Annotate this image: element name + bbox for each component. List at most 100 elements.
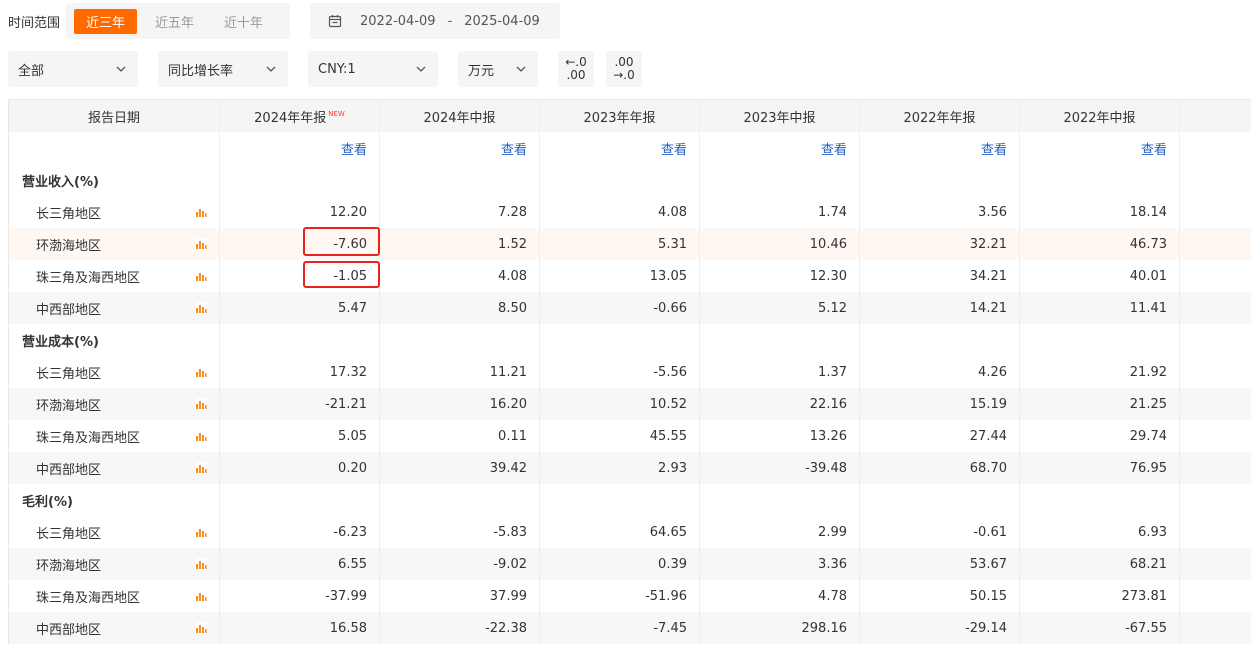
decrease-decimal-button[interactable]: ←.0 .00 [558,51,594,87]
column-header[interactable]: 2024年中报 [380,100,540,132]
value-cell: 13.26 [700,420,860,452]
empty-cell [1180,324,1251,356]
bar-chart-icon[interactable] [195,622,207,634]
view-link[interactable]: 查看 [661,143,687,158]
value-cell: 21.92 [1020,356,1180,388]
currency-select[interactable]: CNY:1 [308,51,438,87]
empty-cell [1180,612,1251,644]
table-row: 环渤海地区-7.601.525.3110.4632.2146.73 [9,228,1251,260]
value-cell: 0.20 [220,452,380,484]
table-row: 珠三角及海西地区5.050.1145.5513.2627.4429.74 [9,420,1251,452]
bar-chart-icon[interactable] [195,206,207,218]
bar-chart-icon[interactable] [195,302,207,314]
financial-table-container[interactable]: 报告日期 2024年年报NEW 2024年中报 2023年年报 2023年中报 … [8,99,1251,655]
value-cell: 10.52 [540,388,700,420]
value-cell: -0.66 [540,292,700,324]
column-header-label: 2024年年报 [254,111,326,126]
view-link[interactable]: 查看 [501,143,527,158]
column-header-empty [1180,100,1251,132]
value-cell: -67.55 [1020,612,1180,644]
time-range-label: 时间范围 [8,12,60,31]
bar-chart-icon[interactable] [195,558,207,570]
value-cell: 68.70 [860,452,1020,484]
view-link[interactable]: 查看 [821,143,847,158]
value-cell: -6.23 [220,516,380,548]
chevron-down-icon [266,66,276,72]
column-header[interactable]: 2024年年报NEW [220,100,380,132]
range-5y-button[interactable]: 近五年 [143,9,206,34]
value-cell: 32.21 [860,228,1020,260]
table-row: 中西部地区5.478.50-0.665.1214.2111.41 [9,292,1251,324]
bar-chart-icon[interactable] [195,238,207,250]
empty-cell [9,132,220,164]
empty-cell [700,164,860,196]
bar-chart-icon[interactable] [195,398,207,410]
row-label: 中西部地区 [36,623,101,638]
value-cell: 15.19 [860,388,1020,420]
row-label-cell: 珠三角及海西地区 [9,420,220,452]
empty-cell [540,324,700,356]
empty-cell [1180,548,1251,580]
value-cell: -5.83 [380,516,540,548]
value-cell: 0.39 [540,548,700,580]
bar-chart-icon[interactable] [195,590,207,602]
bar-chart-icon[interactable] [195,430,207,442]
category-select[interactable]: 全部 [8,51,138,87]
time-range-group: 近三年 近五年 近十年 [66,3,290,39]
row-label-cell: 中西部地区 [9,452,220,484]
range-10y-button[interactable]: 近十年 [212,9,275,34]
empty-cell [860,484,1020,516]
increase-decimal-button[interactable]: .00 →.0 [606,51,642,87]
value-cell: -0.61 [860,516,1020,548]
view-link-cell: 查看 [220,132,380,164]
metric-select[interactable]: 同比增长率 [158,51,288,87]
decrease-decimal-bottom: .00 [566,69,585,82]
value-cell: 6.55 [220,548,380,580]
value-cell: 298.16 [700,612,860,644]
date-range-picker[interactable]: 2022-04-09 - 2025-04-09 [310,3,560,39]
value-cell: 39.42 [380,452,540,484]
value-cell: 11.21 [380,356,540,388]
view-link[interactable]: 查看 [341,143,367,158]
date-end[interactable]: 2025-04-09 [464,14,540,29]
empty-cell [540,484,700,516]
view-link[interactable]: 查看 [981,143,1007,158]
row-label: 珠三角及海西地区 [36,591,140,606]
value-cell: 46.73 [1020,228,1180,260]
value-cell: 12.30 [700,260,860,292]
column-header[interactable]: 2023年中报 [700,100,860,132]
bar-chart-icon[interactable] [195,366,207,378]
row-label: 环渤海地区 [36,559,101,574]
empty-cell [1180,164,1251,196]
empty-cell [1180,228,1251,260]
value-cell: 50.15 [860,580,1020,612]
row-label: 长三角地区 [36,207,101,222]
empty-cell [1180,452,1251,484]
empty-cell [1180,580,1251,612]
row-label-cell: 环渤海地区 [9,548,220,580]
bar-chart-icon[interactable] [195,526,207,538]
empty-cell [860,164,1020,196]
view-link-cell: 查看 [700,132,860,164]
date-start[interactable]: 2022-04-09 [360,14,436,29]
column-header[interactable]: 2023年年报 [540,100,700,132]
increase-decimal-bottom: →.0 [613,69,635,82]
bar-chart-icon[interactable] [195,270,207,282]
table-row: 中西部地区0.2039.422.93-39.4868.7076.95 [9,452,1251,484]
row-label: 珠三角及海西地区 [36,431,140,446]
value-cell: 1.37 [700,356,860,388]
empty-cell [1180,132,1251,164]
column-header[interactable]: 2022年中报 [1020,100,1180,132]
value-cell: 53.67 [860,548,1020,580]
view-link[interactable]: 查看 [1141,143,1167,158]
column-header[interactable]: 2022年年报 [860,100,1020,132]
row-label-cell: 长三角地区 [9,196,220,228]
row-label-cell: 珠三角及海西地区 [9,260,220,292]
unit-select[interactable]: 万元 [458,51,538,87]
empty-cell [1180,356,1251,388]
range-3y-button[interactable]: 近三年 [74,9,137,34]
bar-chart-icon[interactable] [195,462,207,474]
value-cell: 10.46 [700,228,860,260]
value-cell: 2.93 [540,452,700,484]
empty-cell [1020,164,1180,196]
